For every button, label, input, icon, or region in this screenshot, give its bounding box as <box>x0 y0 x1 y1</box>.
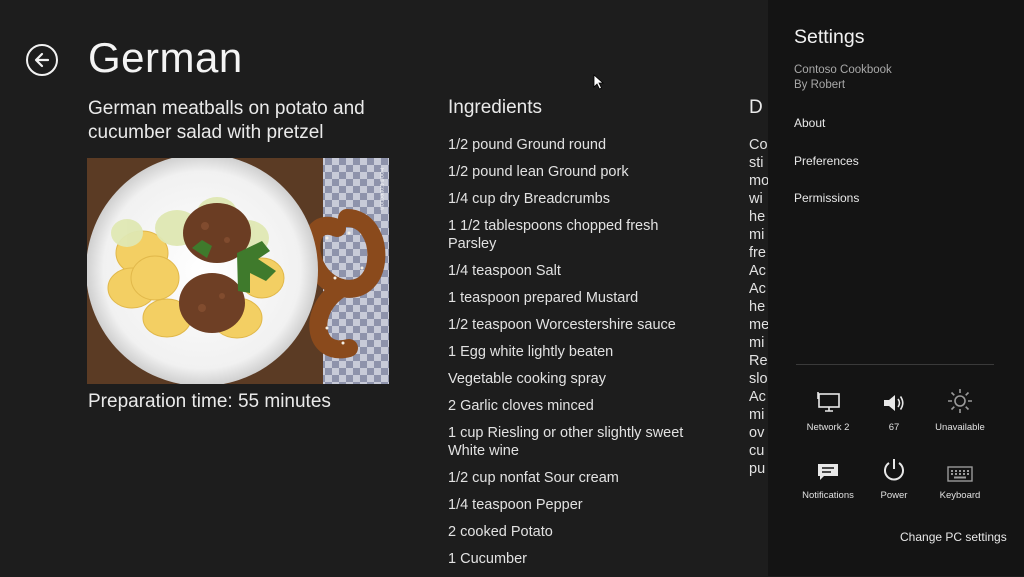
settings-link-about[interactable]: About <box>794 116 825 130</box>
directions-line: fre <box>749 245 766 261</box>
app-author: By Robert <box>794 79 846 91</box>
settings-title: Settings <box>794 26 865 48</box>
directions-line: Ac <box>749 281 766 297</box>
ingredient-item: 1 cup Riesling or other slightly sweet W… <box>448 425 684 459</box>
settings-link-preferences[interactable]: Preferences <box>794 154 859 168</box>
directions-line: me <box>749 317 768 333</box>
network-icon <box>817 392 840 412</box>
ingredient-item: 1/4 teaspoon Salt <box>448 263 561 279</box>
directions-line: Re <box>749 353 768 369</box>
recipe-subtitle: German meatballs on potato and cucumber … <box>88 98 365 143</box>
power-label: Power <box>880 490 908 501</box>
network-button[interactable]: Network 2 <box>792 384 864 444</box>
settings-pane: Settings Contoso Cookbook By Robert Abou… <box>768 0 1024 576</box>
directions-line: mi <box>749 407 765 423</box>
directions-line: ov <box>749 425 765 441</box>
network-label: Network 2 <box>806 422 850 433</box>
ingredient-item: 1 1/2 tablespoons chopped fresh Parsley <box>448 218 659 252</box>
ingredient-item: 1/2 pound lean Ground pork <box>448 164 629 180</box>
brightness-button[interactable]: Unavailable <box>924 384 996 444</box>
volume-icon <box>884 395 904 411</box>
keyboard-label: Keyboard <box>939 490 981 501</box>
directions-line: cu <box>749 443 765 459</box>
recipe-photo: Food Collection <box>87 158 389 384</box>
ingredient-item: 1/4 cup dry Breadcrumbs <box>448 191 610 207</box>
ingredient-item: 2 Garlic cloves minced <box>448 398 594 414</box>
directions-line: mo <box>749 173 768 189</box>
change-pc-settings-link[interactable]: Change PC settings <box>900 530 1007 544</box>
ingredient-item: 1 Cucumber <box>448 551 527 567</box>
brightness-icon <box>948 389 972 413</box>
notifications-icon <box>818 464 838 480</box>
mouse-cursor-icon <box>593 74 605 90</box>
ingredients-list: 1/2 pound Ground round 1/2 pound lean Gr… <box>448 136 708 577</box>
power-icon <box>884 459 904 481</box>
directions-line: wi <box>749 191 763 207</box>
ingredient-item: 1/2 cup nonfat Sour cream <box>448 470 619 486</box>
ingredient-item: Vegetable cooking spray <box>448 371 606 387</box>
directions-line: pu <box>749 461 766 477</box>
directions-text: Co sti mo wi he mi fre Ac Ac he me mi Re… <box>749 136 768 478</box>
directions-line: sti <box>749 155 764 171</box>
keyboard-icon <box>947 466 973 482</box>
ingredient-item: 2 cooked Potato <box>448 524 553 540</box>
directions-line: he <box>749 209 766 225</box>
volume-button[interactable]: 67 <box>858 384 930 444</box>
notifications-button[interactable]: Notifications <box>792 452 864 512</box>
ingredient-item: 1/2 teaspoon Worcestershire sauce <box>448 317 676 333</box>
settings-divider <box>796 364 994 365</box>
settings-link-permissions[interactable]: Permissions <box>794 191 859 205</box>
recipe-image: Food Collection <box>87 158 389 384</box>
page-title: German <box>88 34 243 81</box>
directions-line: mi <box>749 335 765 351</box>
back-button[interactable] <box>26 44 58 76</box>
svg-text:Food Collection: Food Collection <box>378 168 384 210</box>
brightness-label: Unavailable <box>935 422 985 433</box>
power-button[interactable]: Power <box>858 452 930 512</box>
directions-line: Ac <box>749 389 766 405</box>
ingredient-item: 1 teaspoon prepared Mustard <box>448 290 639 306</box>
ingredients-heading: Ingredients <box>448 97 543 118</box>
keyboard-button[interactable]: Keyboard <box>924 452 996 512</box>
ingredient-item: 1/2 pound Ground round <box>448 137 607 153</box>
notifications-label: Notifications <box>802 490 854 501</box>
back-arrow-icon <box>34 52 50 68</box>
directions-line: slo <box>749 371 768 387</box>
preparation-time: Preparation time: 55 minutes <box>88 391 331 412</box>
app-name: Contoso Cookbook <box>794 64 892 76</box>
directions-line: Co <box>749 137 768 153</box>
volume-label: 67 <box>888 422 900 433</box>
ingredient-item: 1 Egg white lightly beaten <box>448 344 614 360</box>
ingredient-item: 1/4 teaspoon Pepper <box>448 497 583 513</box>
directions-line: mi <box>749 227 765 243</box>
directions-line: Ac <box>749 263 766 279</box>
directions-line: he <box>749 299 766 315</box>
